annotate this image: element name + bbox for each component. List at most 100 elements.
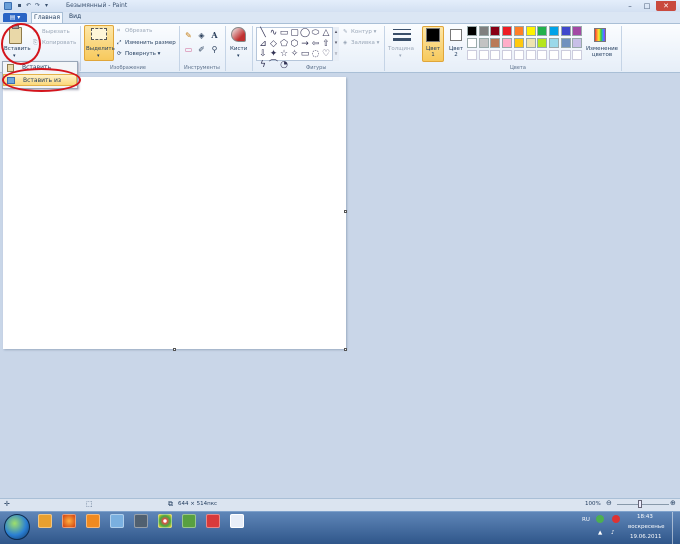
palette-color-swatch[interactable] (467, 38, 477, 48)
shape-option-icon[interactable]: ⇦ (311, 39, 321, 49)
palette-color-swatch[interactable] (525, 38, 536, 48)
tray-alert-icon[interactable] (612, 515, 620, 523)
palette-color-swatch[interactable] (467, 50, 477, 60)
shape-option-icon[interactable]: ╲ (258, 28, 268, 38)
tab-view[interactable]: Вид (69, 13, 81, 20)
paint-app-icon[interactable] (4, 2, 12, 10)
palette-color-swatch[interactable] (525, 26, 536, 36)
zoom-in-icon[interactable]: ⊕ (670, 499, 676, 507)
shape-option-icon[interactable]: ⇧ (321, 39, 331, 49)
drawing-canvas[interactable] (3, 77, 346, 349)
taskbar-app-icon[interactable] (134, 514, 148, 528)
palette-color-swatch[interactable] (572, 26, 583, 36)
taskbar-app-icon[interactable] (38, 514, 52, 528)
taskbar-app-icon[interactable] (206, 514, 220, 528)
palette-color-swatch[interactable] (490, 26, 501, 36)
shape-option-icon[interactable]: ϟ (258, 60, 268, 70)
chrome-icon[interactable] (158, 514, 172, 528)
palette-color-swatch[interactable] (537, 50, 548, 60)
palette-color-swatch[interactable] (560, 50, 571, 60)
redo-icon[interactable]: ↷ (34, 2, 41, 9)
palette-color-swatch[interactable] (572, 38, 583, 48)
shape-option-icon[interactable]: ∿ (269, 28, 279, 38)
close-button[interactable]: ✕ (656, 1, 676, 11)
palette-color-swatch[interactable] (548, 38, 559, 48)
shape-option-icon[interactable]: ♡ (321, 49, 331, 59)
shape-option-icon[interactable]: ☆ (279, 49, 289, 59)
copy-button[interactable]: Копировать (42, 40, 76, 46)
palette-color-swatch[interactable] (537, 38, 548, 48)
maximize-button[interactable]: □ (639, 1, 655, 11)
shapes-scroll-buttons[interactable]: ▴ ▾ ▿ (332, 27, 339, 61)
minimize-button[interactable]: – (622, 1, 638, 11)
palette-color-swatch[interactable] (478, 26, 489, 36)
palette-color-swatch[interactable] (572, 50, 583, 60)
explorer-icon[interactable] (110, 514, 124, 528)
shape-option-icon[interactable]: ▢ (290, 28, 300, 38)
rotate-button[interactable]: Повернуть ▾ (125, 51, 160, 57)
magnifier-icon[interactable]: ⚲ (210, 45, 219, 54)
shape-option-icon[interactable]: ◔ (279, 60, 289, 70)
media-player-icon[interactable] (86, 514, 100, 528)
tray-status-icon[interactable] (596, 515, 604, 523)
paint-taskbar-icon[interactable] (230, 514, 244, 528)
customize-qat-icon[interactable]: ▾ (43, 2, 50, 9)
palette-color-swatch[interactable] (502, 26, 513, 36)
shape-option-icon[interactable]: ⇩ (258, 49, 268, 59)
shape-option-icon[interactable]: △ (321, 28, 331, 38)
language-indicator[interactable]: RU (582, 517, 590, 523)
palette-color-swatch[interactable] (490, 50, 501, 60)
file-menu-tab[interactable]: ▤ ▾ (3, 13, 27, 22)
text-icon[interactable]: A (210, 31, 219, 40)
brushes-dropdown-arrow-icon[interactable]: ▾ (237, 53, 240, 59)
palette-color-swatch[interactable] (560, 38, 571, 48)
palette-color-swatch[interactable] (560, 26, 571, 36)
show-desktop-button[interactable] (672, 512, 680, 544)
shape-option-icon[interactable]: ◇ (269, 39, 279, 49)
shape-option-icon[interactable]: ▭ (300, 49, 310, 59)
tab-home[interactable]: Главная (31, 12, 63, 23)
tray-icon[interactable]: ▲ (598, 530, 602, 536)
palette-color-swatch[interactable] (467, 26, 477, 36)
shape-option-icon[interactable]: ⊿ (258, 39, 268, 49)
clock-time[interactable]: 18:43 (637, 514, 653, 520)
palette-color-swatch[interactable] (502, 50, 513, 60)
undo-icon[interactable]: ↶ (25, 2, 32, 9)
resize-handle-corner[interactable] (344, 348, 347, 351)
palette-color-swatch[interactable] (513, 50, 524, 60)
clock-date[interactable]: 19.06.2011 (630, 534, 662, 540)
resize-button[interactable]: Изменить размер (125, 40, 176, 46)
palette-color-swatch[interactable] (478, 38, 489, 48)
shape-option-icon[interactable]: ⌒ (269, 60, 279, 70)
palette-color-swatch[interactable] (537, 26, 548, 36)
palette-color-swatch[interactable] (478, 50, 489, 60)
shape-option-icon[interactable]: ✧ (290, 49, 300, 59)
palette-color-swatch[interactable] (548, 50, 559, 60)
firefox-icon[interactable] (62, 514, 76, 528)
shape-option-icon[interactable]: ⬡ (290, 39, 300, 49)
crop-button[interactable]: Обрезать (125, 28, 152, 34)
shape-fill-button[interactable]: Заливка ▾ (351, 40, 379, 46)
shape-option-icon[interactable]: ▭ (279, 28, 289, 38)
cut-button[interactable]: Вырезать (42, 29, 70, 35)
fill-icon[interactable]: ◈ (197, 31, 206, 40)
resize-handle-right[interactable] (344, 210, 347, 213)
color-picker-icon[interactable]: ✐ (197, 45, 206, 54)
palette-color-swatch[interactable] (548, 26, 559, 36)
palette-color-swatch[interactable] (490, 38, 501, 48)
shape-outline-button[interactable]: Контур ▾ (351, 29, 376, 35)
save-icon[interactable]: ▪ (16, 2, 23, 9)
resize-handle-bottom[interactable] (173, 348, 176, 351)
shape-option-icon[interactable]: → (300, 39, 310, 49)
shape-option-icon[interactable]: ✦ (269, 49, 279, 59)
volume-icon[interactable]: ♪ (611, 530, 615, 536)
taskbar-app-icon[interactable] (182, 514, 196, 528)
shape-option-icon[interactable]: ⬠ (279, 39, 289, 49)
pencil-icon[interactable]: ✎ (184, 31, 193, 40)
palette-color-swatch[interactable] (513, 38, 524, 48)
clock-day[interactable]: воскресенье (628, 524, 664, 530)
palette-color-swatch[interactable] (525, 50, 536, 60)
zoom-out-icon[interactable]: ⊖ (606, 499, 612, 507)
shape-option-icon[interactable]: ⬭ (311, 28, 321, 38)
eraser-icon[interactable]: ▭ (184, 45, 193, 54)
